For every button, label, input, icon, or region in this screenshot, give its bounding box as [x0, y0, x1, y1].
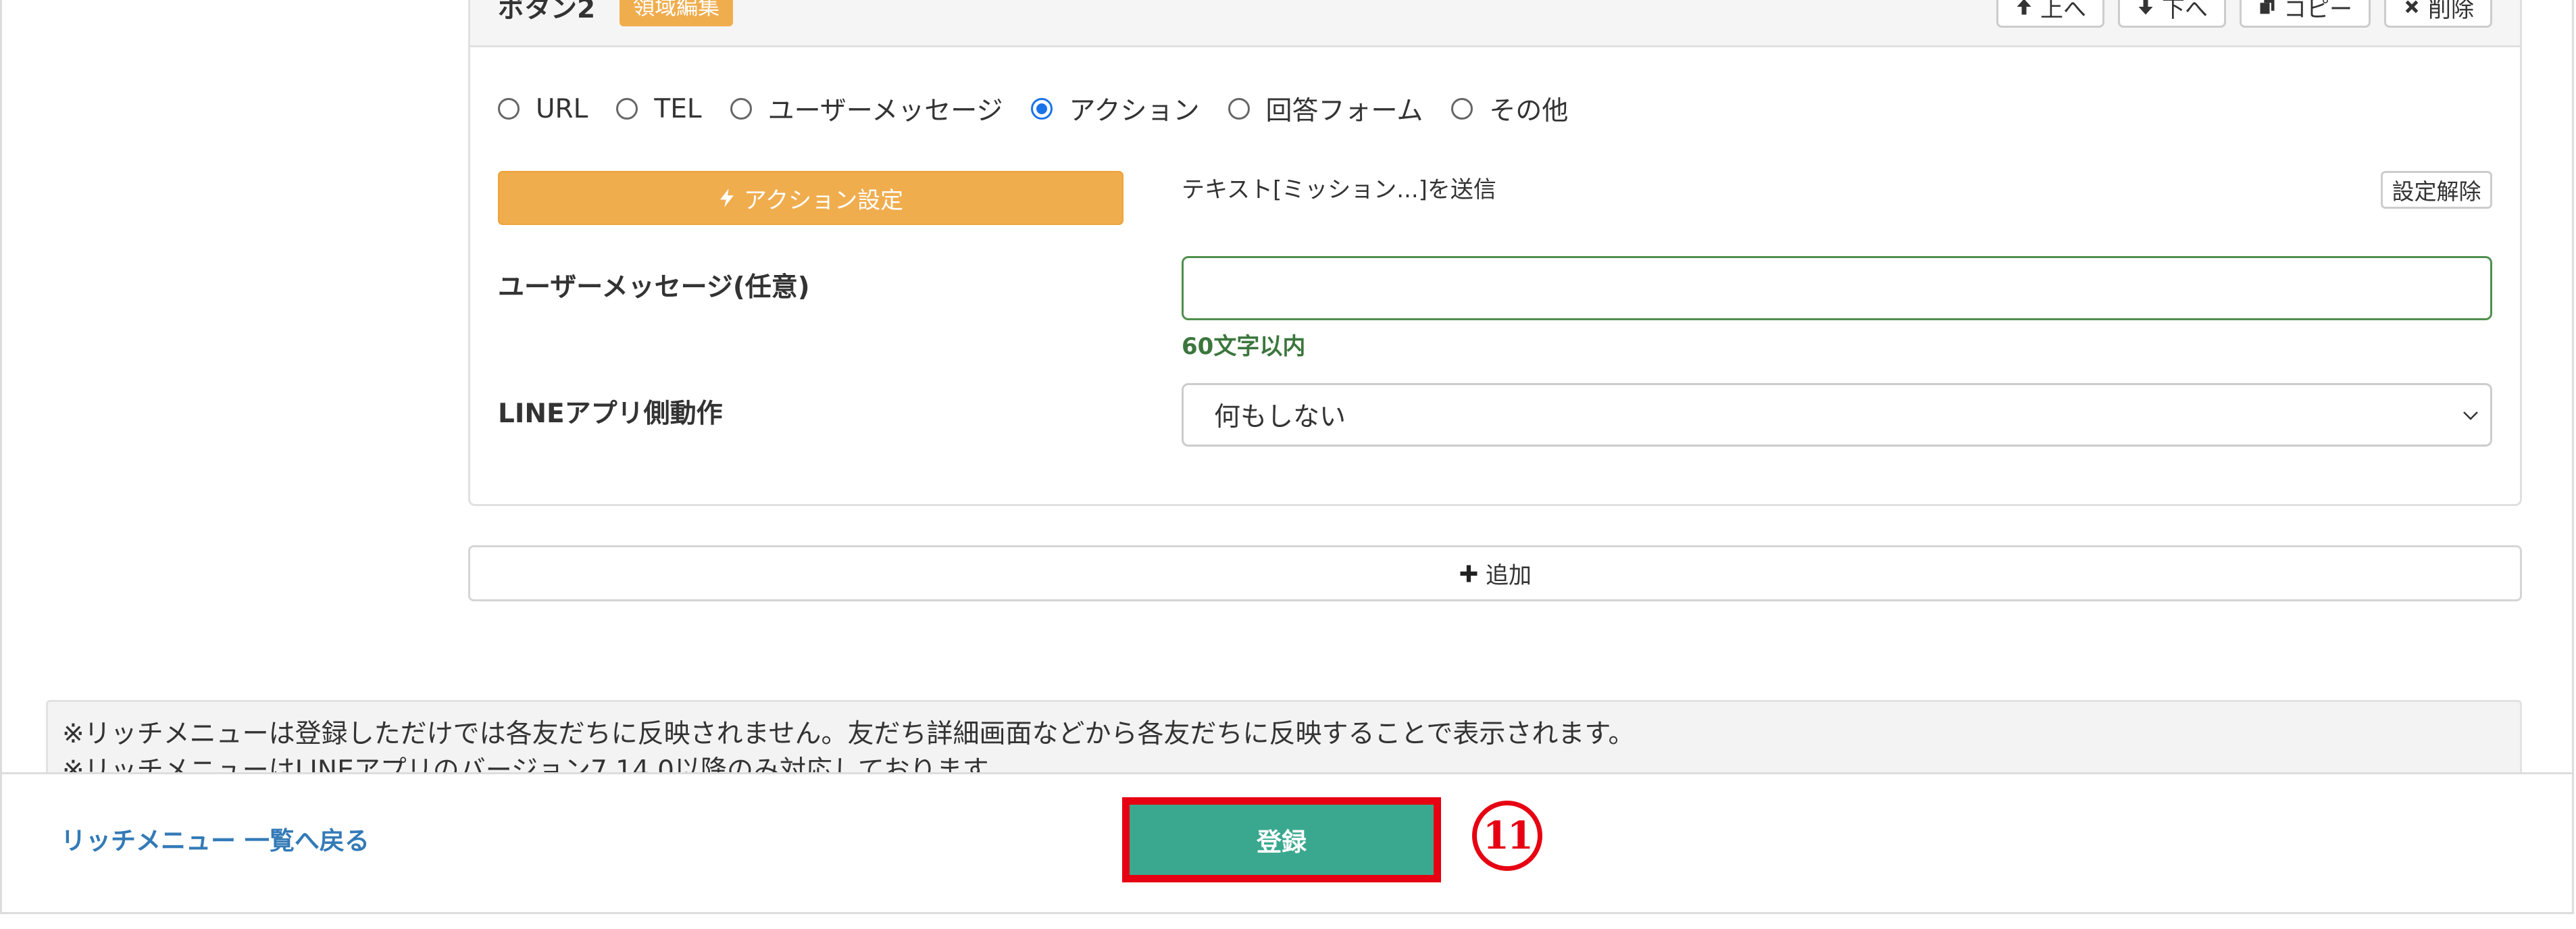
radio-option-url[interactable]: URL: [498, 94, 588, 124]
delete-button[interactable]: 削除: [2384, 0, 2492, 28]
user-message-hint: 60文字以内: [1182, 333, 1306, 360]
card-header: ボタン2 領域編集 上へ 下へ コピー 削除: [470, 0, 2520, 47]
radio-button[interactable]: [616, 98, 638, 120]
action-summary-text: テキスト[ミッション...]を送信: [1182, 176, 1496, 203]
annotation-highlight-box: 登録: [1122, 797, 1441, 882]
footer-bar: リッチメニュー 一覧へ戻る 登録 11: [2, 772, 2572, 912]
back-to-list-link[interactable]: リッチメニュー 一覧へ戻る: [61, 824, 370, 858]
radio-button[interactable]: [1228, 98, 1250, 120]
radio-button[interactable]: [498, 98, 520, 120]
radio-label: TEL: [654, 93, 702, 124]
line-app-behavior-label: LINEアプリ側動作: [498, 399, 723, 429]
radio-label: URL: [536, 93, 588, 124]
add-button-label: 追加: [1486, 562, 1532, 589]
radio-option-other[interactable]: その他: [1451, 90, 1568, 128]
screen: ボタン2 領域編集 上へ 下へ コピー 削除 URL TEL ユーザーメッセージ…: [0, 0, 2576, 929]
edit-area-badge[interactable]: 領域編集: [620, 0, 734, 26]
radio-button[interactable]: [1031, 98, 1053, 120]
select-value: 何もしない: [1214, 402, 1346, 432]
copy-icon: [2260, 0, 2275, 14]
copy-label: コピー: [2283, 0, 2352, 23]
clear-setting-button[interactable]: 設定解除: [2381, 171, 2492, 209]
user-message-input[interactable]: [1182, 256, 2492, 320]
radio-label: アクション: [1069, 96, 1200, 126]
radio-option-tel[interactable]: TEL: [616, 93, 702, 124]
radio-option-action[interactable]: アクション: [1031, 90, 1200, 128]
user-message-label: ユーザーメッセージ(任意): [498, 272, 810, 303]
action-setting-label: アクション設定: [743, 186, 904, 214]
chevron-down-icon: [2463, 411, 2478, 420]
bolt-icon: [719, 189, 734, 207]
arrow-up-icon: [2017, 0, 2031, 15]
move-up-label: 上へ: [2040, 0, 2086, 23]
card-title: ボタン2: [498, 0, 596, 24]
radio-option-answer-form[interactable]: 回答フォーム: [1228, 90, 1423, 128]
action-type-radio-group: URL TEL ユーザーメッセージ アクション 回答フォーム その他: [498, 92, 1568, 126]
plus-icon: [1460, 565, 1478, 582]
move-down-button[interactable]: 下へ: [2118, 0, 2226, 28]
register-button[interactable]: 登録: [1130, 805, 1434, 875]
radio-button[interactable]: [1451, 98, 1473, 120]
radio-label: その他: [1489, 96, 1569, 126]
move-up-button[interactable]: 上へ: [1996, 0, 2104, 28]
add-button[interactable]: 追加: [468, 545, 2522, 601]
arrow-down-icon: [2138, 0, 2153, 15]
copy-button[interactable]: コピー: [2240, 0, 2371, 28]
delete-label: 削除: [2428, 0, 2474, 23]
header-button-group: 上へ 下へ コピー 削除: [1996, 0, 2492, 28]
radio-button[interactable]: [730, 98, 752, 120]
line-app-behavior-select[interactable]: 何もしない: [1182, 383, 2492, 447]
radio-option-user-message[interactable]: ユーザーメッセージ: [730, 90, 1003, 128]
close-icon: [2405, 0, 2419, 14]
action-setting-button[interactable]: アクション設定: [498, 171, 1123, 225]
move-down-label: 下へ: [2162, 0, 2208, 23]
notice-line: ※リッチメニューは登録しただけでは各友だちに反映されません。友だち詳細画面などか…: [62, 719, 1635, 749]
radio-label: ユーザーメッセージ: [767, 96, 1003, 126]
radio-label: 回答フォーム: [1265, 96, 1423, 126]
button-settings-card: ボタン2 領域編集 上へ 下へ コピー 削除 URL TEL ユーザーメッセージ…: [468, 0, 2522, 506]
step-number-badge: 11: [1472, 801, 1542, 871]
